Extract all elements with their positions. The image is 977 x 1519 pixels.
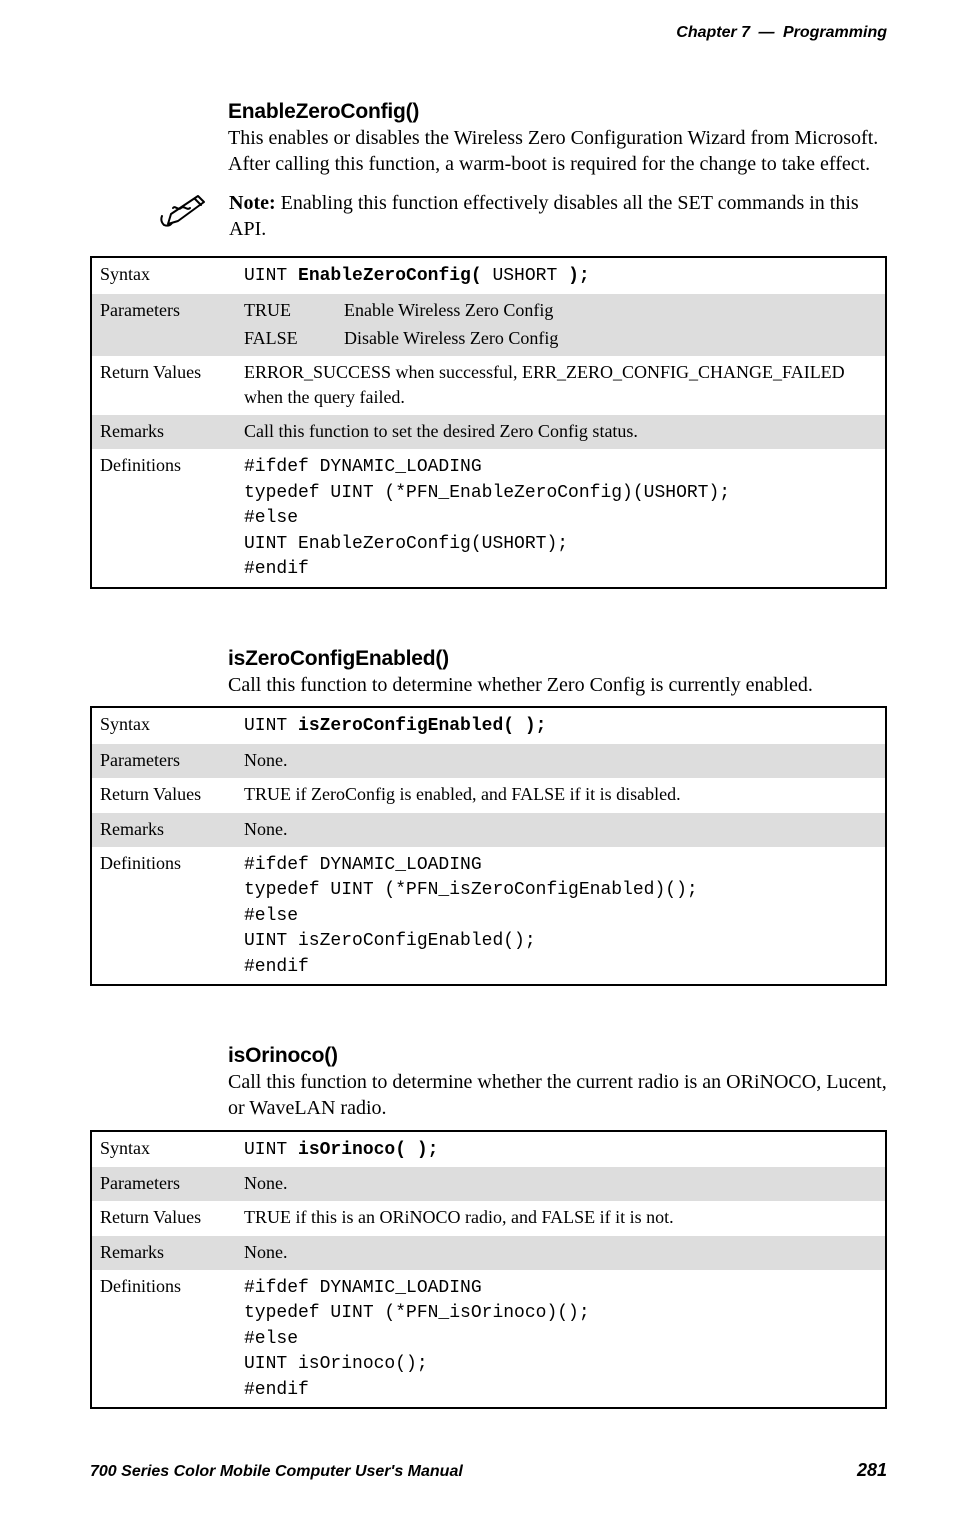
definitions-value: #ifdef DYNAMIC_LOADING typedef UINT (*PF… (236, 847, 886, 986)
function-description: Call this function to determine whether … (228, 1070, 887, 1121)
note-block: Note: Enabling this function effectively… (158, 191, 887, 242)
page-footer: 700 Series Color Mobile Computer User's … (90, 1460, 887, 1481)
definitions-value: #ifdef DYNAMIC_LOADING typedef UINT (*PF… (236, 449, 886, 588)
syntax-value: UINT isZeroConfigEnabled( ); (236, 707, 886, 744)
row-label-definitions: Definitions (91, 847, 236, 986)
definitions-value: #ifdef DYNAMIC_LOADING typedef UINT (*PF… (236, 1270, 886, 1409)
spec-table: Syntax UINT isZeroConfigEnabled( ); Para… (90, 706, 887, 986)
row-label-parameters: Parameters (91, 294, 236, 357)
function-description: Call this function to determine whether … (228, 673, 887, 699)
page-number: 281 (857, 1460, 887, 1481)
spec-table: Syntax UINT EnableZeroConfig( USHORT ); … (90, 256, 887, 588)
row-label-parameters: Parameters (91, 744, 236, 778)
note-text: Note: Enabling this function effectively… (229, 191, 887, 242)
function-title: EnableZeroConfig() (228, 100, 887, 124)
syntax-name: EnableZeroConfig( (298, 266, 492, 286)
header-separator: — (755, 24, 779, 41)
param-key: FALSE (244, 326, 344, 350)
manual-title: 700 Series Color Mobile Computer User's … (90, 1463, 463, 1481)
row-label-definitions: Definitions (91, 449, 236, 588)
param-desc: Disable Wireless Zero Config (344, 326, 877, 350)
function-title: isOrinoco() (228, 1044, 887, 1068)
row-label-parameters: Parameters (91, 1167, 236, 1201)
parameters-value: TRUE Enable Wireless Zero Config FALSE D… (236, 294, 886, 357)
return-value: ERROR_SUCCESS when successful, ERR_ZERO_… (236, 356, 886, 415)
page-header: Chapter 7 — Programming (90, 24, 887, 42)
remarks-value: None. (236, 1236, 886, 1270)
row-label-return: Return Values (91, 356, 236, 415)
spec-table: Syntax UINT isOrinoco( ); Parameters Non… (90, 1130, 887, 1410)
note-icon (158, 193, 213, 227)
row-label-syntax: Syntax (91, 257, 236, 294)
definitions-code: #ifdef DYNAMIC_LOADING typedef UINT (*PF… (244, 855, 698, 977)
chapter-number: 7 (741, 24, 750, 41)
definitions-code: #ifdef DYNAMIC_LOADING typedef UINT (*PF… (244, 1278, 590, 1400)
syntax-return-type: UINT (244, 266, 298, 286)
syntax-return-type: UINT (244, 716, 298, 736)
remarks-value: Call this function to set the desired Ze… (236, 415, 886, 449)
remarks-value: None. (236, 813, 886, 847)
definitions-code: #ifdef DYNAMIC_LOADING typedef UINT (*PF… (244, 457, 730, 579)
syntax-value: UINT isOrinoco( ); (236, 1131, 886, 1168)
row-label-remarks: Remarks (91, 415, 236, 449)
parameters-value: None. (236, 744, 886, 778)
row-label-remarks: Remarks (91, 813, 236, 847)
param-desc: Enable Wireless Zero Config (344, 298, 877, 322)
syntax-name: isOrinoco( ); (298, 1140, 438, 1160)
row-label-definitions: Definitions (91, 1270, 236, 1409)
row-label-remarks: Remarks (91, 1236, 236, 1270)
row-label-return: Return Values (91, 1201, 236, 1235)
syntax-return-type: UINT (244, 1140, 298, 1160)
syntax-close: ); (568, 266, 590, 286)
row-label-syntax: Syntax (91, 1131, 236, 1168)
note-body: Enabling this function effectively disab… (229, 192, 859, 240)
row-label-syntax: Syntax (91, 707, 236, 744)
syntax-value: UINT EnableZeroConfig( USHORT ); (236, 257, 886, 294)
param-key: TRUE (244, 298, 344, 322)
row-label-return: Return Values (91, 778, 236, 812)
chapter-label: Chapter (676, 24, 736, 41)
function-title: isZeroConfigEnabled() (228, 647, 887, 671)
section-title: Programming (783, 24, 887, 41)
return-value: TRUE if this is an ORiNOCO radio, and FA… (236, 1201, 886, 1235)
parameters-value: None. (236, 1167, 886, 1201)
syntax-args: USHORT (492, 266, 568, 286)
syntax-name: isZeroConfigEnabled( ); (298, 716, 546, 736)
function-description: This enables or disables the Wireless Ze… (228, 126, 887, 177)
return-value: TRUE if ZeroConfig is enabled, and FALSE… (236, 778, 886, 812)
note-label: Note: (229, 192, 276, 214)
